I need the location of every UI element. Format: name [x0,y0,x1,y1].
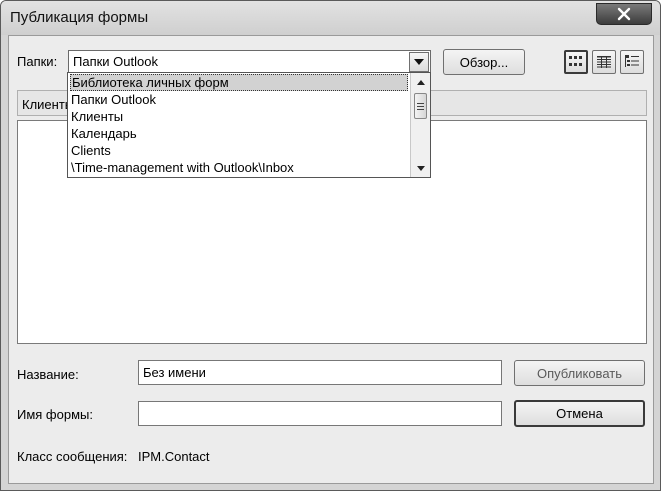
details-icon [597,56,611,68]
name-input[interactable]: Без имени [138,360,502,385]
name-label: Название: [17,367,79,382]
dropdown-scrollbar[interactable] [410,73,430,177]
publish-form-dialog: Публикация формы Папки: Папки Outlook Об… [0,0,661,491]
folders-dropdown-button[interactable] [409,52,429,72]
dropdown-item-personal-forms[interactable]: Библиотека личных форм [70,74,408,91]
form-name-label: Имя формы: [17,407,93,422]
dropdown-item-inbox[interactable]: \Time-management with Outlook\Inbox [70,160,408,177]
grip-icon [417,102,424,110]
browse-button[interactable]: Обзор... [443,49,525,75]
close-button[interactable] [596,3,652,25]
view-list-button[interactable] [620,50,644,74]
message-class-label: Класс сообщения: [17,449,128,464]
scroll-thumb[interactable] [414,93,427,119]
arrow-down-icon [416,165,425,171]
scroll-down-button[interactable] [411,159,430,177]
view-details-button[interactable] [592,50,616,74]
dropdown-item-clients-ru[interactable]: Клиенты [70,109,408,126]
title-bar: Публикация формы [1,1,660,35]
folders-dropdown-list: Библиотека личных форм Папки Outlook Кли… [67,72,431,178]
dropdown-item-clients-en[interactable]: Clients [70,143,408,160]
name-input-value: Без имени [143,365,206,380]
view-large-icons-button[interactable] [564,50,588,74]
chevron-down-icon [414,59,424,65]
folders-combobox-value: Папки Outlook [73,54,158,69]
list-icon [625,55,639,67]
window-title: Публикация формы [10,9,149,26]
cancel-button[interactable]: Отмена [514,400,645,427]
arrow-up-icon [416,79,425,85]
scroll-up-button[interactable] [411,73,430,91]
form-name-input[interactable] [138,401,502,426]
dialog-body: Папки: Папки Outlook Обзор... Клиенты Би… [8,35,654,484]
large-icons-icon [569,56,582,66]
message-class-value: IPM.Contact [138,449,210,464]
folders-combobox[interactable]: Папки Outlook [68,50,431,74]
publish-button[interactable]: Опубликовать [514,360,645,386]
close-icon [617,7,631,21]
dropdown-item-calendar[interactable]: Календарь [70,126,408,143]
folders-label: Папки: [17,54,58,69]
dropdown-item-outlook-folders[interactable]: Папки Outlook [70,92,408,109]
